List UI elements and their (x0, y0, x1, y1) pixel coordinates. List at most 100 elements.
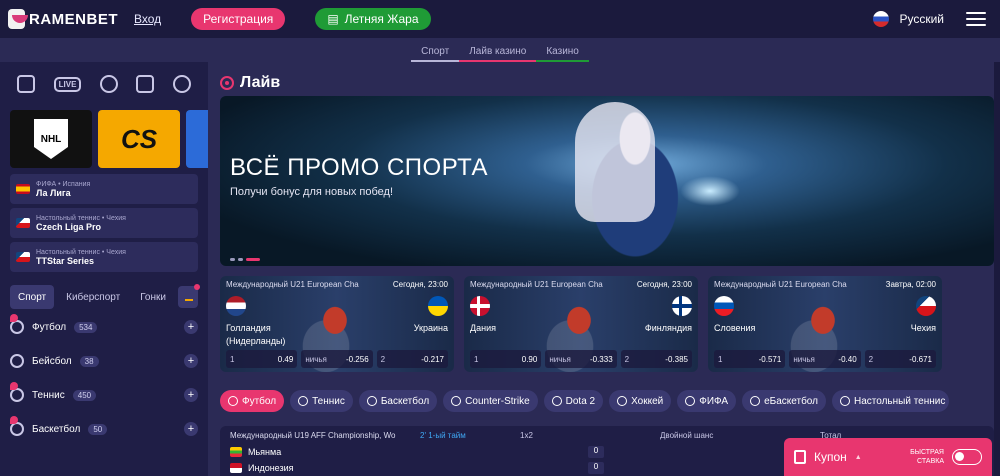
chevron-up-icon[interactable]: ▲ (855, 454, 862, 461)
basketball-icon (366, 396, 377, 406)
hot-icon (10, 416, 18, 424)
game-card[interactable]: Международный U21 European Cha Сегодня, … (464, 276, 698, 372)
language-selector[interactable]: Русский (873, 11, 944, 27)
sport-item-tennis[interactable]: Теннис 450 + (10, 378, 198, 412)
tab-sport[interactable]: Спорт (411, 38, 460, 62)
sport-item-football[interactable]: Футбол 534 + (10, 310, 198, 344)
game-card[interactable]: Международный U21 European Cha Сегодня, … (220, 276, 454, 372)
finland-flag-icon (672, 296, 692, 316)
indonesia-flag-icon (230, 463, 242, 473)
expand-icon[interactable]: + (184, 388, 198, 402)
live-match-card[interactable]: Настольный теннис • Чехия Czech Liga Pro (10, 208, 198, 238)
netherlands-flag-icon (226, 296, 246, 316)
match-title: TTStar Series (36, 255, 95, 266)
odd-button[interactable]: 1 0.90 (470, 350, 542, 368)
promo-banner[interactable]: ВСЁ ПРОМО СПОРТА Получи бонус для новых … (220, 96, 994, 266)
stats-icon[interactable] (177, 284, 201, 308)
odd-button[interactable]: ничья -0.256 (301, 350, 373, 368)
tab-sport[interactable]: Спорт (10, 285, 55, 309)
hot-icon (10, 314, 18, 322)
star-icon[interactable] (99, 75, 118, 93)
odd-button[interactable]: 2 -0.217 (376, 350, 448, 368)
odd-button[interactable]: 2 -0.385 (620, 350, 692, 368)
live-icon[interactable]: LIVE (53, 76, 82, 92)
game-card[interactable]: Международный U21 European Cha Завтра, 0… (708, 276, 942, 372)
game-time: Сегодня, 23:00 (636, 280, 692, 289)
sidebar-icon-bar: LIVE (0, 62, 208, 106)
odd-button[interactable]: ничья -0.333 (545, 350, 617, 368)
game-league: Международный U21 European Cha (470, 280, 603, 289)
register-button[interactable]: Регистрация (191, 8, 286, 30)
top-header: RAMENBET Вход Регистрация ▤ Летняя Жара … (0, 0, 1000, 38)
tab-racing[interactable]: Гонки (132, 285, 174, 309)
banner-pagination[interactable] (230, 258, 260, 261)
sidebar: LIVE NHL CS ФИФА • Испания Ла Лига Насто… (0, 62, 208, 476)
chip-dota[interactable]: Dota 2 (543, 390, 604, 412)
page-scrollbar[interactable] (994, 62, 1000, 476)
sport-item-basketball[interactable]: Баскетбол 50 + (10, 412, 198, 446)
team-name: Индонезия (248, 463, 294, 473)
tab-casino[interactable]: Казино (536, 38, 589, 62)
expand-icon[interactable]: + (184, 354, 198, 368)
czech-flag-icon (16, 218, 30, 228)
bet-slip-icon[interactable] (136, 75, 155, 93)
expand-icon[interactable]: + (184, 320, 198, 334)
fast-bet-toggle[interactable] (952, 449, 982, 465)
product-tabs: Спорт Лайв казино Казино (0, 38, 1000, 62)
game-league: Международный U21 European Cha (226, 280, 359, 289)
ukraine-flag-icon (428, 296, 448, 316)
banner-title: ВСЁ ПРОМО СПОРТА (230, 154, 489, 181)
more-tile[interactable] (186, 110, 208, 168)
sport-item-baseball[interactable]: Бейсбол 38 + (10, 344, 198, 378)
event-league: Международный U19 AFF Championship, Wo (230, 430, 396, 440)
match-subtitle: ФИФА • Испания (36, 180, 91, 188)
match-subtitle: Настольный теннис • Чехия (36, 214, 126, 222)
coupon-panel[interactable]: Купон ▲ БЫСТРАЯ СТАВКА (784, 438, 992, 476)
match-subtitle: Настольный теннис • Чехия (36, 248, 126, 256)
tennis-icon (10, 382, 24, 402)
chip-hockey[interactable]: Хоккей (609, 390, 672, 412)
team-away: Финляндия (644, 323, 692, 333)
sport-count: 38 (79, 355, 99, 367)
main-content: Лайв ВСЁ ПРОМО СПОРТА Получи бонус для н… (208, 62, 1000, 476)
live-match-card[interactable]: ФИФА • Испания Ла Лига (10, 174, 198, 204)
sport-label: Футбол (32, 321, 67, 333)
basketball-icon (10, 416, 24, 436)
tab-live-casino[interactable]: Лайв казино (459, 38, 537, 62)
counter-strike-tile[interactable]: CS (98, 110, 180, 168)
chip-fifa[interactable]: ФИФА (677, 390, 737, 412)
odd-button[interactable]: ничья -0.40 (789, 350, 861, 368)
event-status: 2' 1-ый тайм (420, 430, 466, 440)
summer-promo-button[interactable]: ▤ Летняя Жара (315, 8, 431, 30)
team-score: 0 (588, 462, 604, 474)
sport-count: 450 (72, 389, 97, 401)
hot-icon (10, 382, 18, 390)
chip-ebasketball[interactable]: еБаскетбол (742, 390, 826, 412)
featured-games: Международный U21 European Cha Сегодня, … (220, 276, 942, 372)
chip-tennis[interactable]: Теннис (290, 390, 353, 412)
banner-subtitle: Получи бонус для новых побед! (230, 186, 394, 198)
hockey-icon (617, 396, 628, 406)
chip-football[interactable]: Футбол (220, 390, 285, 412)
login-link[interactable]: Вход (134, 12, 161, 26)
odd-button[interactable]: 2 -0.671 (864, 350, 936, 368)
logo[interactable]: RAMENBET (8, 9, 118, 29)
home-icon[interactable] (17, 75, 36, 93)
baseball-icon (10, 354, 24, 368)
odd-button[interactable]: 1 0.49 (226, 350, 298, 368)
chip-table-tennis[interactable]: Настольный теннис (831, 390, 950, 412)
chip-basketball[interactable]: Баскетбол (358, 390, 438, 412)
czech-flag-icon (16, 252, 30, 262)
nhl-tile[interactable]: NHL (10, 110, 92, 168)
game-time: Сегодня, 23:00 (392, 280, 448, 289)
live-match-card[interactable]: Настольный теннис • Чехия TTStar Series (10, 242, 198, 272)
menu-icon[interactable] (966, 12, 986, 26)
tennis-icon (298, 396, 309, 406)
odd-button[interactable]: 1 -0.571 (714, 350, 786, 368)
tab-esports[interactable]: Киберспорт (58, 285, 128, 309)
expand-icon[interactable]: + (184, 422, 198, 436)
live-heading: Лайв (220, 74, 280, 92)
chip-counter-strike[interactable]: Counter-Strike (443, 390, 538, 412)
logo-text: RAMENBET (29, 10, 118, 28)
search-icon[interactable] (172, 75, 191, 93)
